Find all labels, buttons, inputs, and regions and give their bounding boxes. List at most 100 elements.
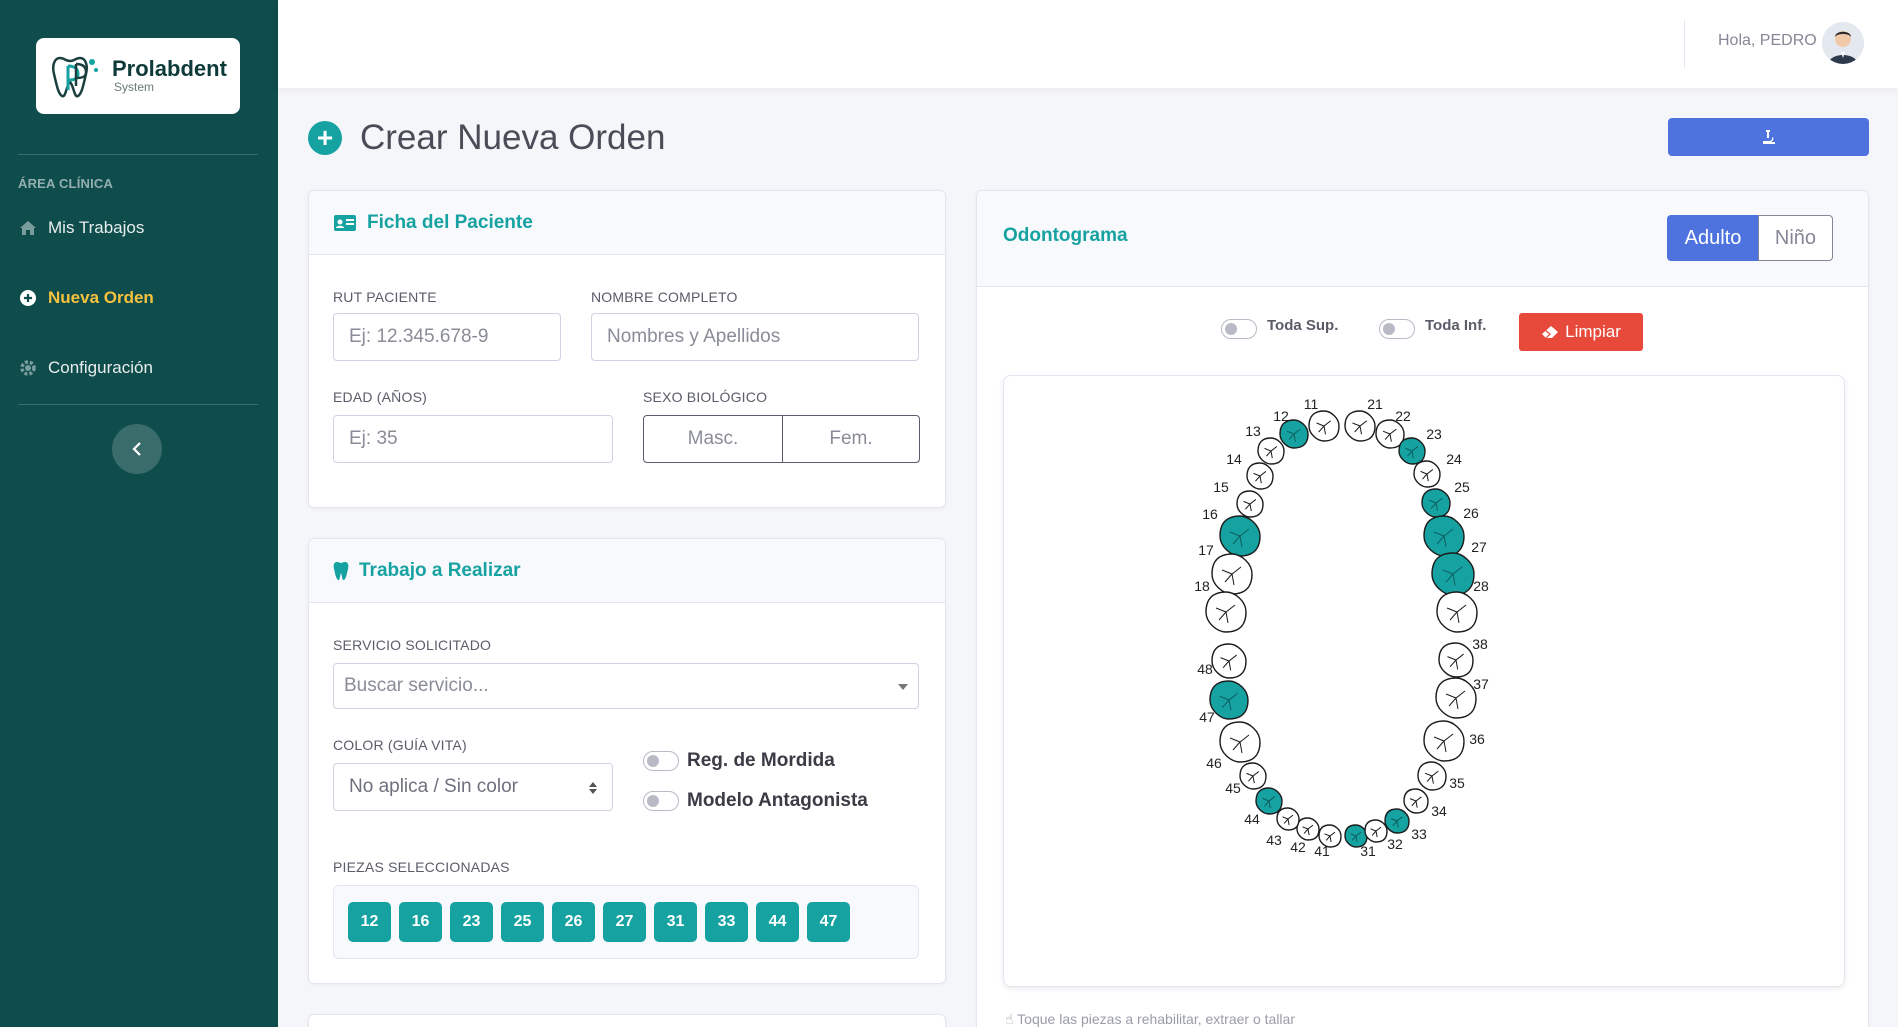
gear-icon: [18, 358, 38, 378]
tooth-37[interactable]: [1435, 677, 1477, 719]
sex-option-fem[interactable]: Fem.: [782, 415, 920, 463]
tooth-23[interactable]: [1398, 437, 1426, 465]
sidebar-item-mis-trabajos[interactable]: Mis Trabajos: [18, 218, 144, 238]
tooth-number-label: 28: [1473, 578, 1489, 594]
name-label: NOMBRE COMPLETO: [591, 289, 738, 305]
work-card-header: Trabajo a Realizar: [309, 539, 945, 603]
all-upper-label: Toda Sup.: [1267, 317, 1339, 334]
tooth-28[interactable]: [1436, 591, 1478, 633]
tooth-42[interactable]: [1296, 817, 1320, 841]
brand-logo[interactable]: Prolabdent System: [36, 38, 240, 114]
tooth-15[interactable]: [1236, 490, 1264, 518]
tooth-13[interactable]: [1257, 437, 1285, 465]
service-label: SERVICIO SOLICITADO: [333, 637, 492, 653]
tooth-27[interactable]: [1431, 552, 1475, 596]
piece-chip[interactable]: 26: [552, 902, 595, 942]
rut-label: RUT PACIENTE: [333, 289, 437, 305]
page-title: Crear Nueva Orden: [360, 118, 666, 157]
tooth-number-label: 14: [1226, 451, 1242, 467]
age-input[interactable]: Ej: 35: [333, 415, 613, 463]
sidebar-divider: [18, 154, 258, 155]
lab-action-button[interactable]: [1668, 118, 1869, 156]
sex-option-masc[interactable]: Masc.: [643, 415, 783, 463]
tooth-12[interactable]: [1279, 419, 1309, 449]
pointer-icon: ☝: [1005, 1011, 1018, 1027]
selected-pieces: 12 16 23 25 26 27 31 33 44 47: [333, 885, 919, 959]
tooth-number-label: 26: [1463, 505, 1479, 521]
piece-chip[interactable]: 23: [450, 902, 493, 942]
sidebar-item-label: Nueva Orden: [48, 288, 154, 307]
piece-chip[interactable]: 12: [348, 902, 391, 942]
piece-chip[interactable]: 31: [654, 902, 697, 942]
tooth-number-label: 38: [1472, 636, 1488, 652]
piece-chip[interactable]: 44: [756, 902, 799, 942]
tooth-35[interactable]: [1417, 761, 1447, 791]
tooth-number-label: 13: [1245, 423, 1261, 439]
piece-chip[interactable]: 33: [705, 902, 748, 942]
all-upper-toggle[interactable]: [1221, 319, 1257, 339]
piece-chip[interactable]: 27: [603, 902, 646, 942]
id-card-icon: [334, 214, 356, 231]
odontogram-chart: 11 12 13 14 15 16 17 18 21 22 23 24 25 26 27 28 31 32 33 34…: [1003, 375, 1845, 987]
sidebar-divider: [18, 404, 258, 405]
tooth-34[interactable]: [1403, 788, 1429, 814]
tooth-45[interactable]: [1239, 762, 1267, 790]
piece-chip[interactable]: 47: [807, 902, 850, 942]
tooth-number-label: 11: [1304, 396, 1319, 412]
tooth-32[interactable]: [1364, 819, 1388, 843]
piece-chip[interactable]: 16: [399, 902, 442, 942]
mode-child-button[interactable]: Niño: [1758, 215, 1833, 261]
tooth-number-label: 22: [1395, 408, 1411, 424]
tooth-24[interactable]: [1413, 460, 1441, 488]
user-greeting[interactable]: Hola, PEDRO: [1718, 32, 1817, 50]
antagonist-model-label: Modelo Antagonista: [687, 790, 868, 811]
clear-button[interactable]: Limpiar: [1519, 313, 1643, 351]
additional-card: [308, 1014, 946, 1027]
topbar-divider: [1684, 20, 1685, 68]
color-select[interactable]: No aplica / Sin color: [333, 763, 613, 811]
tooth-number-label: 16: [1202, 506, 1218, 522]
sidebar-collapse-button[interactable]: [112, 424, 162, 474]
tooth-36[interactable]: [1423, 720, 1465, 762]
tooth-44[interactable]: [1255, 787, 1283, 815]
sidebar-item-nueva-orden[interactable]: Nueva Orden: [18, 288, 154, 308]
all-lower-toggle[interactable]: [1379, 319, 1415, 339]
tooth-48[interactable]: [1211, 643, 1247, 679]
teeth-diagram: 11 12 1314 15 16 17 18 21 22 2324 25 26 27 28 31 32 3334…: [1194, 396, 1489, 859]
topbar: Hola, PEDRO: [278, 0, 1898, 88]
clear-button-label: Limpiar: [1565, 322, 1621, 341]
tooth-16[interactable]: [1219, 515, 1261, 557]
age-label: EDAD (AÑOS): [333, 389, 427, 405]
tooth-11[interactable]: [1308, 410, 1340, 442]
tooth-number-label: 25: [1454, 479, 1470, 495]
tooth-43[interactable]: [1276, 807, 1300, 831]
mode-adult-button[interactable]: Adulto: [1667, 215, 1759, 261]
tooth-26[interactable]: [1423, 515, 1465, 557]
tooth-18[interactable]: [1205, 591, 1247, 633]
tooth-14[interactable]: [1246, 462, 1274, 490]
home-icon: [18, 218, 38, 238]
work-card: Trabajo a Realizar SERVICIO SOLICITADO B…: [308, 538, 946, 984]
tooth-21[interactable]: [1344, 410, 1376, 442]
color-label: COLOR (GUÍA VITA): [333, 737, 467, 753]
tooth-number-label: 48: [1197, 661, 1213, 677]
antagonist-model-toggle[interactable]: [643, 791, 679, 811]
tooth-38[interactable]: [1438, 642, 1474, 678]
odontogram-card: Odontograma Adulto Niño Toda Sup. Toda I…: [976, 190, 1869, 1027]
tooth-46[interactable]: [1219, 721, 1261, 763]
tooth-33[interactable]: [1384, 808, 1410, 834]
tooth-17[interactable]: [1211, 553, 1253, 595]
service-select[interactable]: Buscar servicio...: [333, 663, 919, 709]
tooth-25[interactable]: [1421, 488, 1451, 518]
sidebar: Prolabdent System ÁREA CLÍNICA Mis Traba…: [0, 0, 278, 1027]
rut-input[interactable]: Ej: 12.345.678-9: [333, 313, 561, 361]
sidebar-item-configuracion[interactable]: Configuración: [18, 358, 153, 378]
user-avatar[interactable]: [1822, 22, 1864, 64]
plus-circle-icon: +: [308, 121, 342, 155]
name-input[interactable]: Nombres y Apellidos: [591, 313, 919, 361]
tooth-number-label: 27: [1471, 539, 1487, 555]
piece-chip[interactable]: 25: [501, 902, 544, 942]
tooth-47[interactable]: [1209, 680, 1249, 720]
tooth-number-label: 34: [1431, 803, 1447, 819]
bite-registration-toggle[interactable]: [643, 751, 679, 771]
